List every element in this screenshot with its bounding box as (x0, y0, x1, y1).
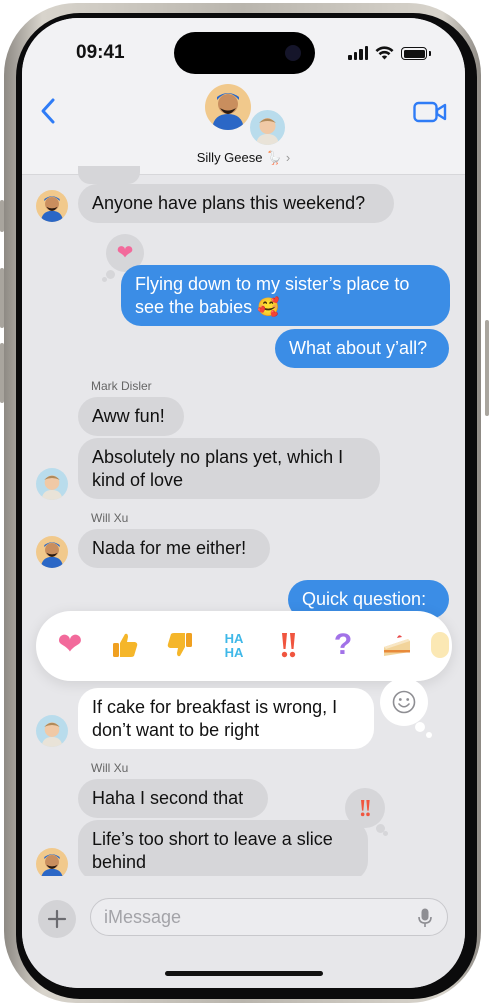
exclamation-icon (360, 800, 370, 817)
status-icons (348, 44, 431, 60)
avatar-will[interactable] (36, 190, 68, 222)
chevron-right-icon: › (285, 150, 291, 165)
avatar-mark[interactable] (36, 715, 68, 747)
conversation-header: 09:41 Silly Geese 🪿 › (22, 18, 465, 175)
tapback-tail-dot (102, 277, 107, 282)
more-emoji-icon (431, 632, 449, 658)
message-bubble[interactable]: Absolutely no plans yet, which I kind of… (78, 438, 380, 499)
smiley-icon (392, 690, 416, 714)
status-time: 09:41 (76, 42, 125, 63)
emoji-picker-button[interactable] (380, 678, 428, 726)
heart-icon: ❤ (57, 628, 83, 661)
group-name-text: Silly Geese (196, 150, 263, 165)
plus-icon (47, 909, 67, 929)
emoji-picker-tail (415, 722, 425, 732)
message-bubble[interactable]: Nada for me either! (78, 529, 270, 568)
compose-bar (22, 876, 465, 988)
sender-name: Will Xu (91, 761, 129, 775)
message-bubble[interactable]: Anyone have plans this weekend? (78, 184, 394, 223)
reaction-haha-button[interactable]: HA HA (216, 627, 252, 663)
haha-icon: HA HA (225, 631, 244, 660)
dynamic-island (174, 32, 315, 74)
camera-dot (285, 45, 301, 61)
exclamation-icon (281, 633, 296, 658)
message-bubble[interactable]: Life’s too short to leave a slice behind (78, 820, 368, 881)
action-button (0, 200, 4, 232)
message-bubble[interactable]: What about y’all? (275, 329, 449, 368)
tapback-tail-dot (383, 831, 388, 836)
group-name[interactable]: Silly Geese 🪿 › (22, 150, 465, 166)
cellular-signal-icon (348, 46, 368, 60)
reaction-heart-button[interactable]: ❤ (52, 627, 88, 663)
avatar-will[interactable] (36, 536, 68, 568)
reaction-cake-button[interactable] (379, 627, 415, 663)
reaction-exclamation-button[interactable] (270, 627, 306, 663)
mic-icon[interactable] (418, 908, 432, 928)
avatar-mark[interactable] (36, 468, 68, 500)
message-input[interactable] (90, 898, 448, 936)
back-chevron-icon[interactable] (36, 96, 62, 126)
message-bubble-previous[interactable] (78, 166, 140, 184)
screen: 09:41 Silly Geese 🪿 › Anyone have plans … (22, 18, 465, 988)
reaction-more-button[interactable] (428, 627, 452, 663)
tapback-tail (106, 270, 115, 279)
question-icon: ? (333, 628, 353, 661)
thumbs-up-icon (113, 633, 138, 657)
thumbs-down-icon (167, 633, 192, 657)
emoji-picker-tail-dot (426, 732, 432, 738)
battery-icon (401, 47, 431, 60)
sender-name: Will Xu (91, 511, 129, 525)
sender-name: Mark Disler (91, 379, 152, 393)
volume-up-button (0, 268, 4, 328)
add-attachment-button[interactable] (38, 900, 76, 938)
svg-text:HA: HA (225, 631, 244, 646)
message-bubble[interactable]: Flying down to my sister’s place to see … (121, 265, 450, 326)
group-avatar-mark[interactable] (248, 108, 287, 147)
message-bubble[interactable]: Haha I second that (78, 779, 268, 818)
wifi-icon (375, 46, 394, 60)
cake-icon (384, 635, 410, 656)
power-button (485, 320, 489, 416)
message-bubble[interactable]: Aww fun! (78, 397, 184, 436)
volume-down-button (0, 343, 4, 403)
goose-emoji: 🪿 (266, 150, 283, 165)
home-indicator[interactable] (165, 971, 323, 976)
reaction-thumbs-down-button[interactable] (162, 627, 198, 663)
reaction-question-button[interactable]: ? (325, 627, 361, 663)
reaction-bar: ❤ HA HA ? (36, 611, 452, 681)
heart-icon: ❤ (116, 242, 134, 264)
video-camera-icon[interactable] (413, 100, 447, 124)
reaction-thumbs-up-button[interactable] (107, 627, 143, 663)
svg-text:HA: HA (225, 645, 244, 660)
selected-message-bubble[interactable]: If cake for breakfast is wrong, I don’t … (78, 688, 374, 749)
group-avatar-will[interactable] (205, 84, 251, 130)
